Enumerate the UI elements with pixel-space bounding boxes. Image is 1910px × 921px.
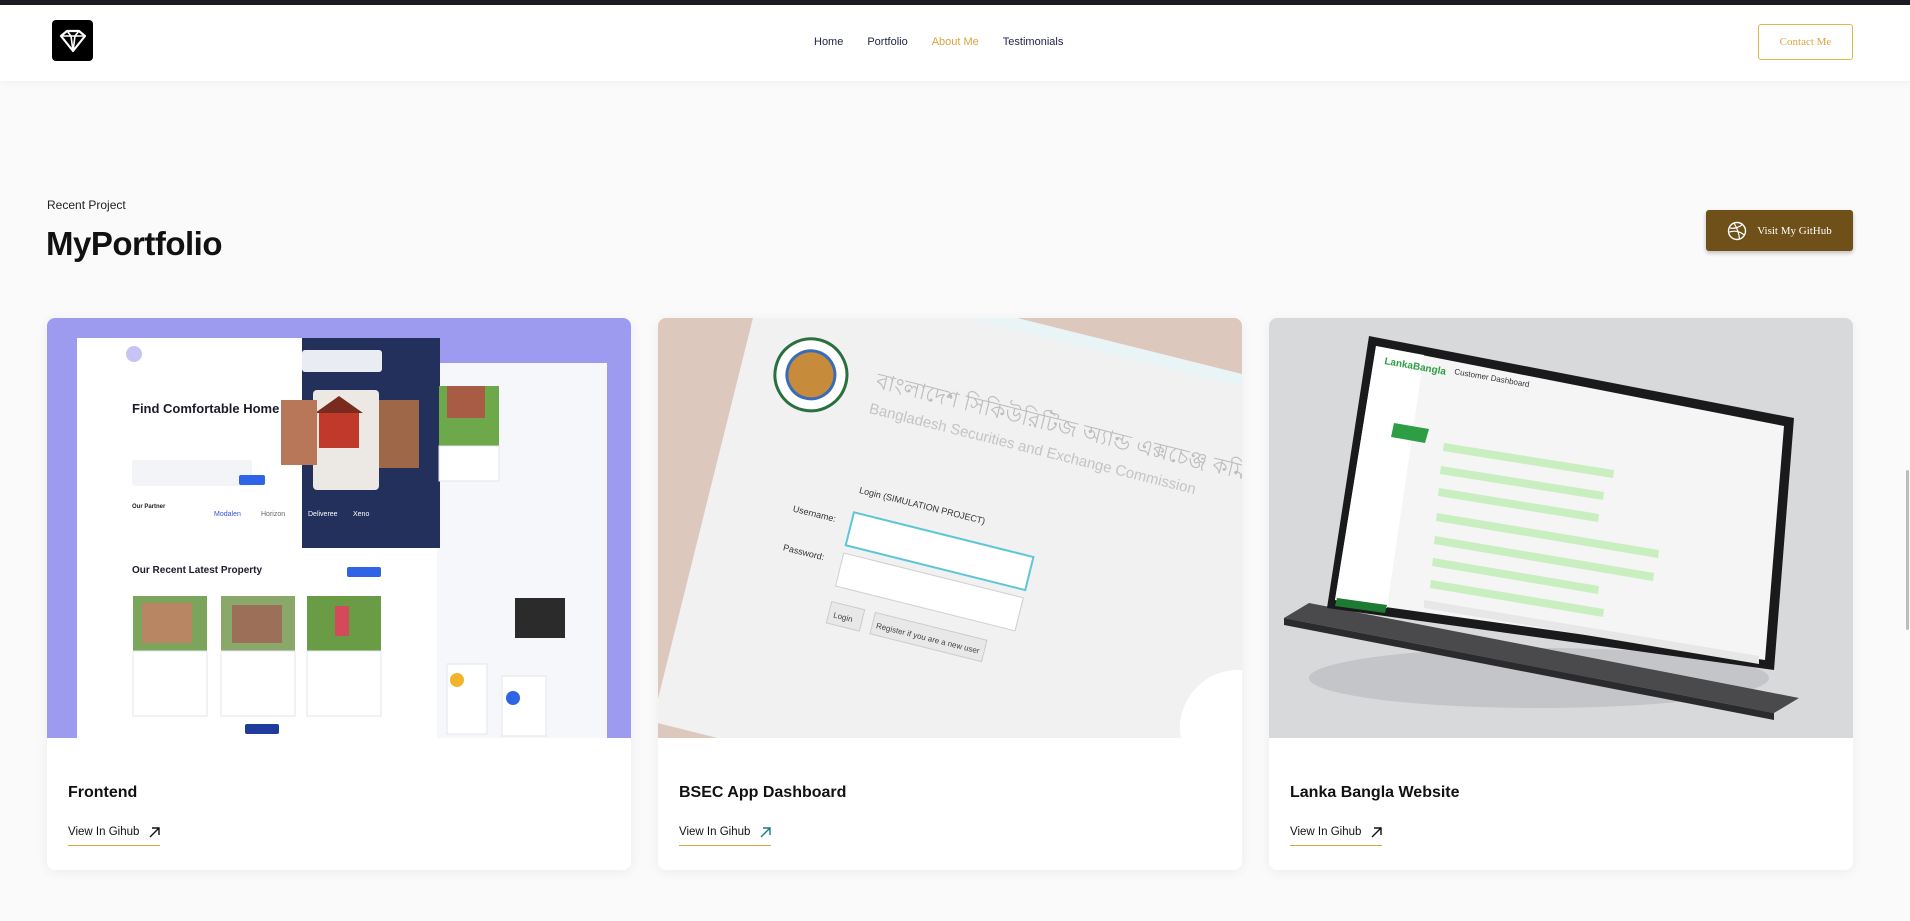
diamond-logo-icon bbox=[59, 29, 86, 52]
nav-portfolio[interactable]: Portfolio bbox=[867, 36, 907, 48]
project-card-bsec: বাংলাদেশ সিকিউরিটিজ অ্যান্ড এক্সচেঞ্জ কম… bbox=[658, 318, 1242, 870]
visit-github-button[interactable]: Visit My GitHub bbox=[1706, 210, 1853, 251]
svg-text:Deliveree: Deliveree bbox=[308, 511, 338, 518]
svg-text:Xeno: Xeno bbox=[353, 511, 369, 518]
contact-me-button[interactable]: Contact Me bbox=[1758, 24, 1853, 60]
thumb-partner-label: Our Partner bbox=[132, 504, 166, 510]
view-github-link[interactable]: View In Gihub bbox=[679, 826, 772, 846]
nav-home[interactable]: Home bbox=[814, 36, 843, 48]
visit-github-label: Visit My GitHub bbox=[1757, 224, 1832, 237]
project-thumbnail-bsec[interactable]: বাংলাদেশ সিকিউরিটিজ অ্যান্ড এক্সচেঞ্জ কম… bbox=[658, 318, 1242, 738]
project-thumbnail-frontend[interactable]: Find Comfortable Home Here Our Partner M… bbox=[47, 318, 631, 738]
arrow-up-right-icon bbox=[760, 826, 772, 837]
view-github-link[interactable]: View In Gihub bbox=[1290, 826, 1383, 846]
thumb-recent-label: Our Recent Latest Property bbox=[132, 565, 262, 576]
view-github-link[interactable]: View In Gihub bbox=[68, 826, 161, 846]
section-eyebrow: Recent Project bbox=[47, 198, 126, 212]
page-title: MyPortfolio bbox=[46, 225, 222, 262]
view-github-label: View In Gihub bbox=[1290, 826, 1362, 838]
project-title: Lanka Bangla Website bbox=[1290, 784, 1460, 801]
page-scrollbar[interactable] bbox=[1906, 470, 1909, 630]
project-title: Frontend bbox=[68, 784, 138, 801]
view-github-label: View In Gihub bbox=[68, 826, 140, 838]
nav-testimonials[interactable]: Testimonials bbox=[1003, 36, 1064, 48]
svg-text:Horizon: Horizon bbox=[261, 511, 285, 518]
dribbble-icon bbox=[1728, 221, 1747, 240]
project-card-frontend: Find Comfortable Home Here Our Partner M… bbox=[47, 318, 631, 870]
project-title: BSEC App Dashboard bbox=[679, 784, 847, 801]
view-github-label: View In Gihub bbox=[679, 826, 751, 838]
svg-text:Modalen: Modalen bbox=[214, 511, 241, 518]
nav-about-me[interactable]: About Me bbox=[932, 36, 979, 48]
site-header: Home Portfolio About Me Testimonials Con… bbox=[0, 5, 1910, 81]
project-thumbnail-lanka-bangla[interactable]: LankaBangla Customer Dashboard bbox=[1269, 318, 1853, 738]
logo[interactable] bbox=[52, 20, 93, 61]
main-nav: Home Portfolio About Me Testimonials bbox=[814, 36, 1063, 48]
project-card-lanka-bangla: LankaBangla Customer Dashboard Lanka Ban… bbox=[1269, 318, 1853, 870]
arrow-up-right-icon bbox=[1371, 826, 1383, 837]
arrow-up-right-icon bbox=[149, 826, 161, 837]
